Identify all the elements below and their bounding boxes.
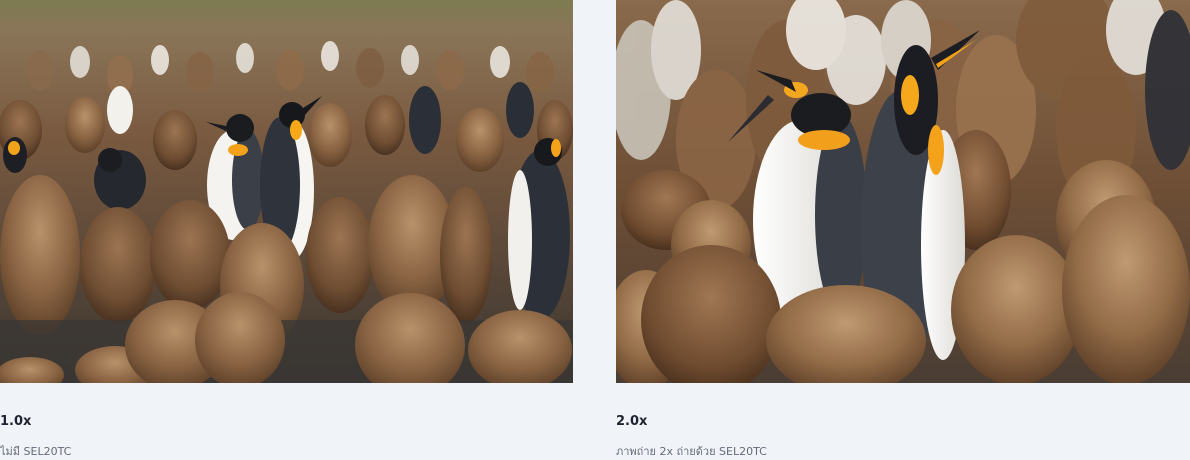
zoom-label: 1.0x (0, 414, 32, 429)
penguin-photo-1x (0, 0, 573, 383)
comparison-panel-2x: 2.0x ภาพถ่าย 2x ถ่ายด้วย SEL20TC (616, 0, 1190, 458)
zoom-description: ไม่มี SEL20TC (0, 445, 72, 458)
zoom-label: 2.0x (616, 414, 648, 429)
zoom-description: ภาพถ่าย 2x ถ่ายด้วย SEL20TC (616, 445, 767, 458)
penguin-photo-2x (616, 0, 1190, 383)
comparison-panel-1x: 1.0x ไม่มี SEL20TC (0, 0, 573, 458)
